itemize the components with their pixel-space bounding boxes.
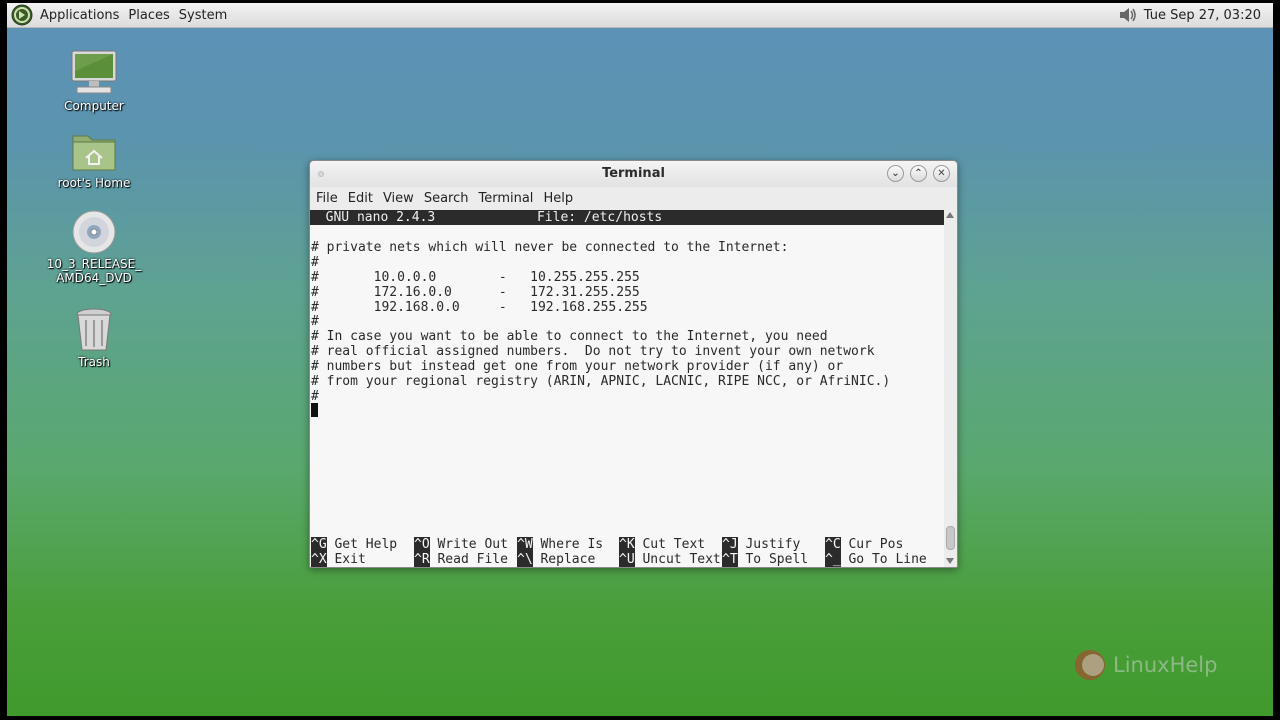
scroll-thumb[interactable] (946, 526, 955, 550)
file-line: # (311, 314, 319, 329)
window-menu-icon[interactable] (318, 171, 324, 177)
panel-menu-applications[interactable]: Applications (40, 8, 119, 23)
shortcut-get-help: ^G Get Help (311, 537, 398, 552)
file-line: # from your regional registry (ARIN, APN… (311, 374, 891, 389)
desktop: Applications Places System Tue Sep 27, 0… (7, 3, 1273, 716)
file-line: # numbers but instead get one from your … (311, 359, 844, 374)
file-line: # 172.16.0.0 - 172.31.255.255 (311, 285, 640, 300)
dvd-icon (72, 210, 116, 254)
scrollbar[interactable] (944, 210, 957, 567)
shortcut-cut-text: ^K Cut Text (619, 537, 706, 552)
shortcut-exit: ^X Exit (311, 552, 366, 567)
shortcut-justify: ^J Justify (722, 537, 801, 552)
desktop-icon-label: 10_3_RELEASE_ AMD64_DVD (46, 257, 142, 285)
desktop-icon-label: root's Home (57, 176, 131, 190)
watermark: LinuxHelp (1073, 648, 1217, 682)
desktop-icon-label: Computer (64, 99, 124, 113)
window-title: Terminal (602, 166, 665, 181)
desktop-icon-home[interactable]: root's Home (39, 130, 149, 190)
minimize-button[interactable]: ⌄ (887, 165, 904, 182)
watermark-text: LinuxHelp (1113, 653, 1218, 677)
file-line: # real official assigned numbers. Do not… (311, 344, 875, 359)
menu-edit[interactable]: Edit (348, 191, 373, 206)
file-line: # (311, 255, 319, 270)
desktop-icon-computer[interactable]: Computer (39, 49, 149, 113)
shortcut-uncut-text: ^U Uncut Text (619, 552, 721, 567)
file-line: # 192.168.0.0 - 192.168.255.255 (311, 300, 648, 315)
panel-menu-system[interactable]: System (179, 8, 227, 23)
terminal-text-area[interactable]: GNU nano 2.4.3 File: /etc/hosts # privat… (310, 210, 944, 567)
shortcut-write-out: ^O Write Out (414, 537, 508, 552)
menu-help[interactable]: Help (543, 191, 573, 206)
shortcut-replace: ^\ Replace (517, 552, 596, 567)
file-line: # private nets which will never be conne… (311, 240, 789, 255)
terminal-window[interactable]: Terminal ⌄ ⌃ ✕ File Edit View Search Ter… (309, 160, 958, 568)
file-line: # In case you want to be able to connect… (311, 329, 828, 344)
linuxhelp-logo-icon (1075, 650, 1105, 680)
shortcut-cur-pos: ^C Cur Pos (825, 537, 904, 552)
shortcut-go-to-line: ^_ Go To Line (825, 552, 927, 567)
text-cursor (311, 403, 318, 417)
menu-file[interactable]: File (316, 191, 338, 206)
scroll-up-arrow-icon[interactable] (946, 212, 954, 218)
home-folder-icon (72, 135, 116, 171)
desktop-icon-label: Trash (78, 355, 110, 369)
menu-search[interactable]: Search (424, 191, 469, 206)
menu-view[interactable]: View (383, 191, 414, 206)
panel-menu-places[interactable]: Places (128, 8, 169, 23)
top-panel: Applications Places System Tue Sep 27, 0… (7, 3, 1273, 28)
scroll-down-arrow-icon[interactable] (946, 558, 954, 564)
close-button[interactable]: ✕ (933, 165, 950, 182)
computer-icon (71, 50, 117, 94)
menu-terminal[interactable]: Terminal (478, 191, 533, 206)
shortcut-to-spell: ^T To Spell (722, 552, 809, 567)
mate-logo-icon[interactable] (11, 4, 33, 26)
volume-icon[interactable] (1118, 6, 1138, 24)
desktop-icon-dvd[interactable]: 10_3_RELEASE_ AMD64_DVD (39, 209, 149, 285)
desktop-icon-trash[interactable]: Trash (39, 307, 149, 369)
terminal-menubar: File Edit View Search Terminal Help (310, 187, 957, 210)
file-line: # 10.0.0.0 - 10.255.255.255 (311, 270, 640, 285)
nano-header: GNU nano 2.4.3 File: /etc/hosts (310, 210, 944, 225)
maximize-button[interactable]: ⌃ (910, 165, 927, 182)
clock[interactable]: Tue Sep 27, 03:20 (1144, 8, 1261, 23)
shortcut-read-file: ^R Read File (414, 552, 508, 567)
shortcut-where-is: ^W Where Is (517, 537, 604, 552)
window-titlebar[interactable]: Terminal ⌄ ⌃ ✕ (310, 161, 957, 187)
file-line: # (311, 389, 319, 404)
trash-icon (76, 308, 112, 351)
